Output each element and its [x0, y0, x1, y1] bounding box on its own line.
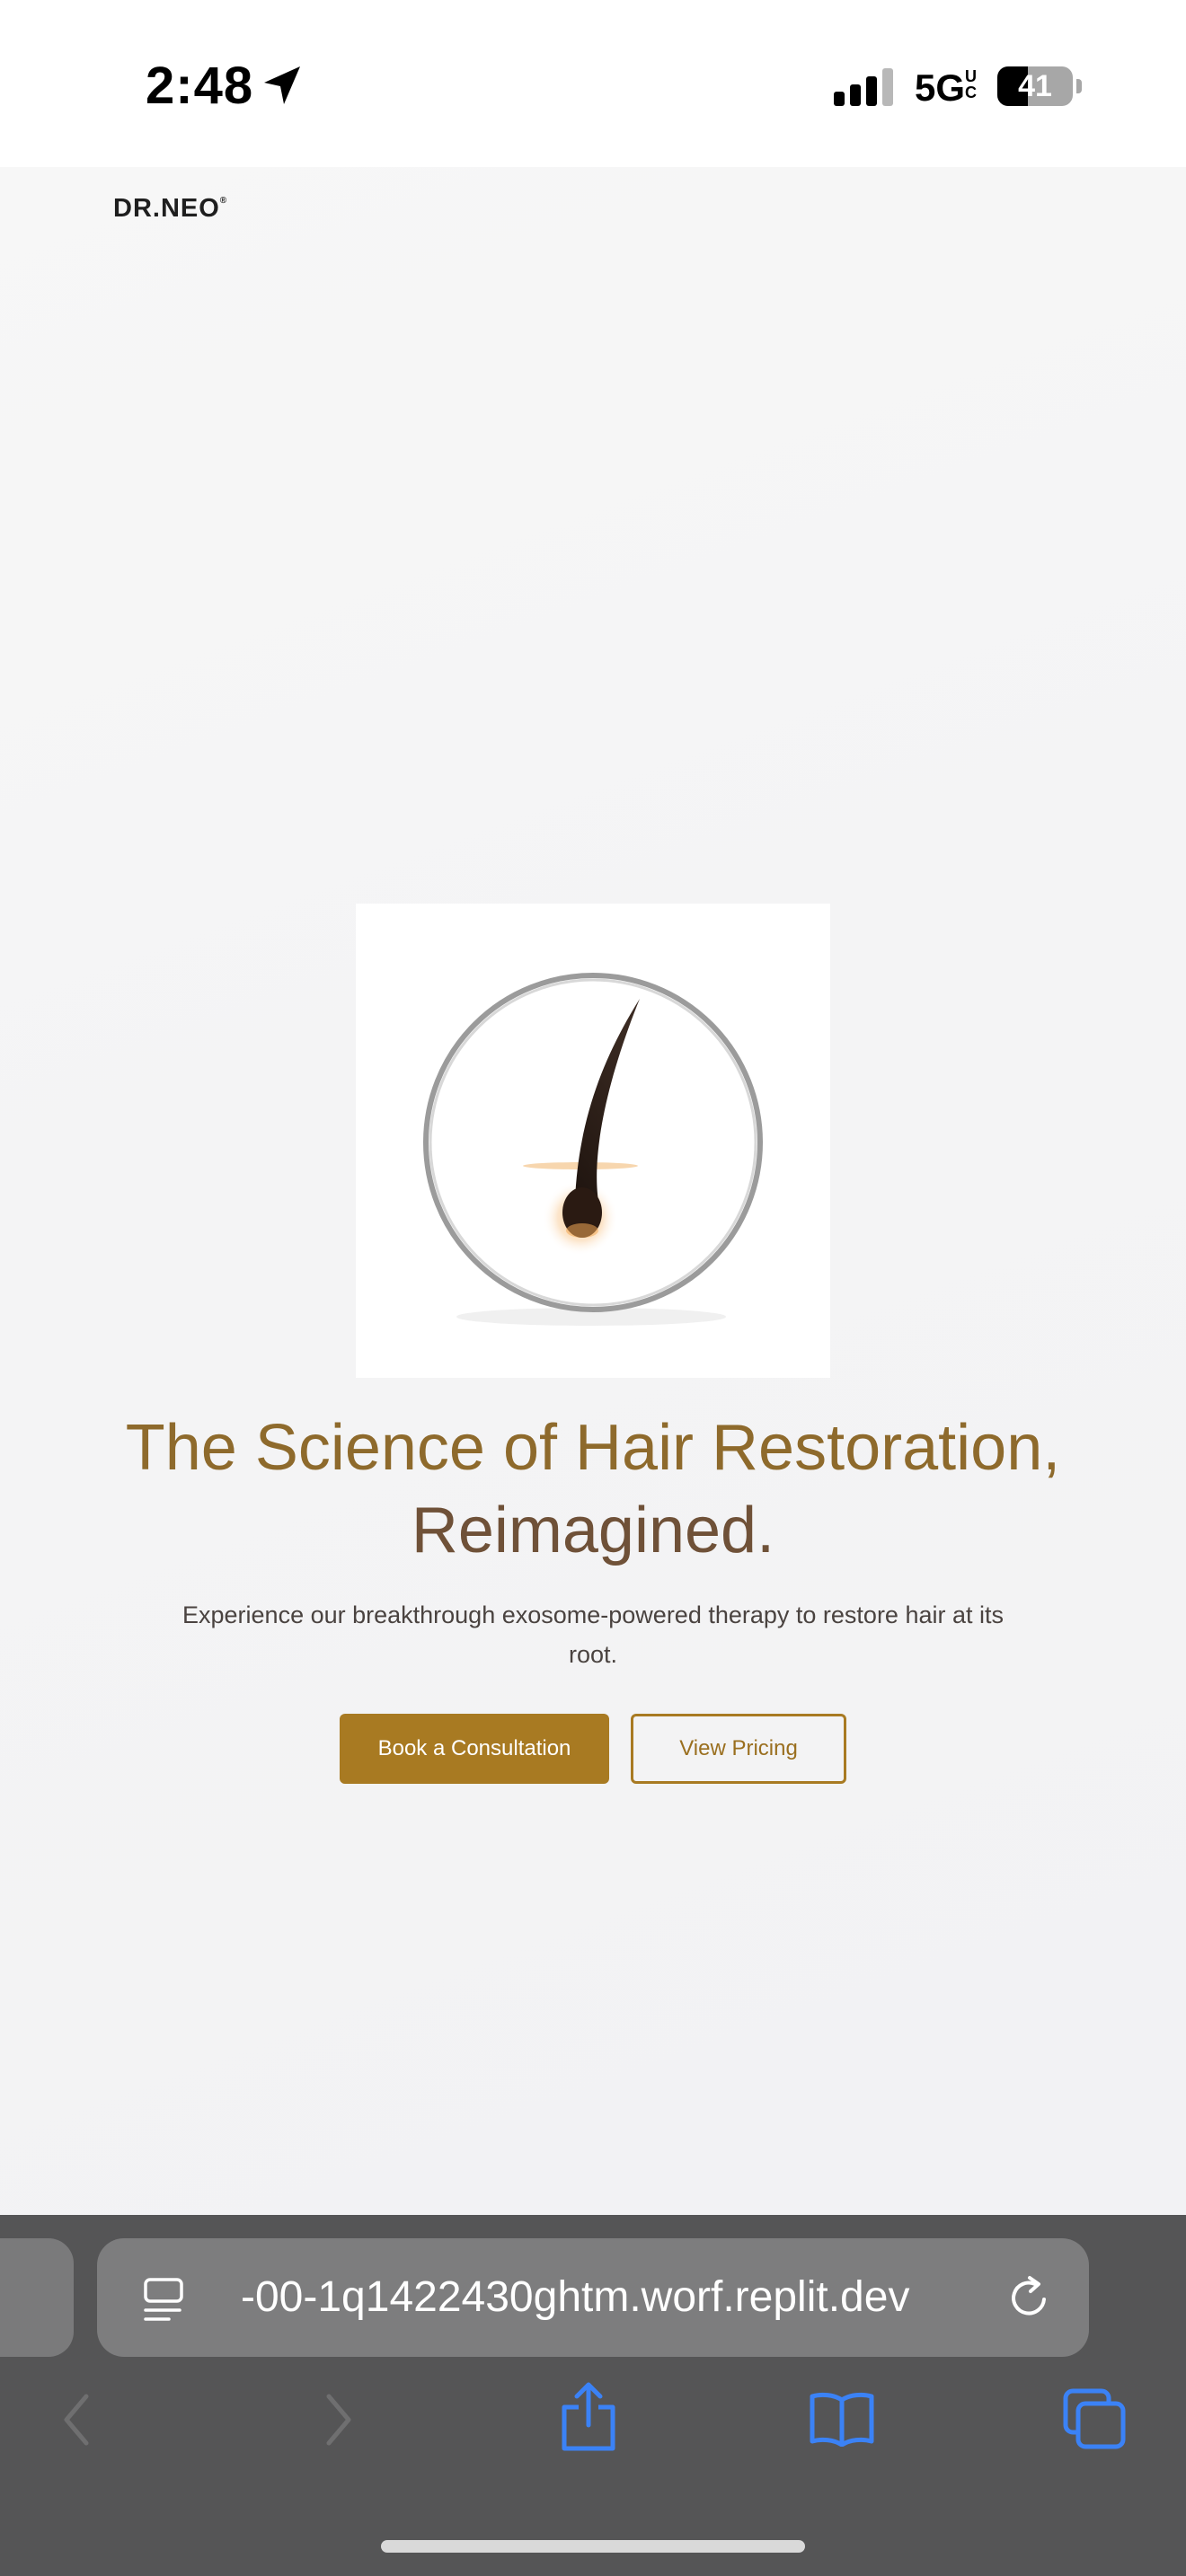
tabs-icon[interactable] [1062, 2387, 1127, 2450]
view-pricing-button[interactable]: View Pricing [631, 1714, 846, 1784]
reload-icon[interactable] [1005, 2272, 1055, 2323]
logo-text: DR.NEO [113, 194, 220, 223]
logo-registered-mark: ® [219, 196, 228, 206]
battery-icon: 41 [997, 66, 1073, 106]
cellular-signal-icon [834, 68, 893, 106]
back-icon[interactable] [59, 2391, 95, 2448]
network-type: 5G [915, 66, 966, 109]
book-consultation-button[interactable]: Book a Consultation [340, 1714, 609, 1784]
location-arrow-icon [264, 66, 300, 104]
forward-icon[interactable] [320, 2391, 356, 2448]
hero-image [356, 904, 830, 1378]
bookmarks-icon[interactable] [809, 2391, 875, 2447]
hero-subtitle: Experience our breakthrough exosome-powe… [182, 1601, 1004, 1668]
address-bar[interactable]: -00-1q1422430ghtm.worf.replit.dev [97, 2238, 1089, 2357]
url-text[interactable]: -00-1q1422430ghtm.worf.replit.dev [241, 2238, 987, 2357]
hero-title-line1: The Science of Hair Restoration, [125, 1412, 1061, 1484]
status-bar: 2:48 5G UC 41 [0, 0, 1186, 167]
battery-cap [1076, 79, 1082, 93]
browser-toolbar: -00-1q1422430ghtm.worf.replit.dev [0, 2215, 1186, 2576]
page-menu-icon[interactable] [142, 2276, 187, 2323]
hero-title: The Science of Hair Restoration, Reimagi… [54, 1407, 1132, 1572]
previous-tab-pill[interactable] [0, 2238, 74, 2357]
screen: 2:48 5G UC 41 DR.NEO® The Science of Hai… [0, 0, 1186, 2576]
network-type-suffix: UC [965, 67, 977, 101]
hair-follicle-icon [423, 973, 763, 1326]
web-page: DR.NEO® The Science of Hair Restoration,… [0, 167, 1186, 2215]
battery-percent: 41 [1018, 69, 1052, 103]
site-logo[interactable]: DR.NEO® [113, 194, 227, 224]
status-time: 2:48 [146, 57, 254, 115]
share-icon[interactable] [559, 2380, 618, 2452]
home-indicator[interactable] [381, 2540, 805, 2553]
hero-title-line2: Reimagined. [411, 1495, 775, 1566]
